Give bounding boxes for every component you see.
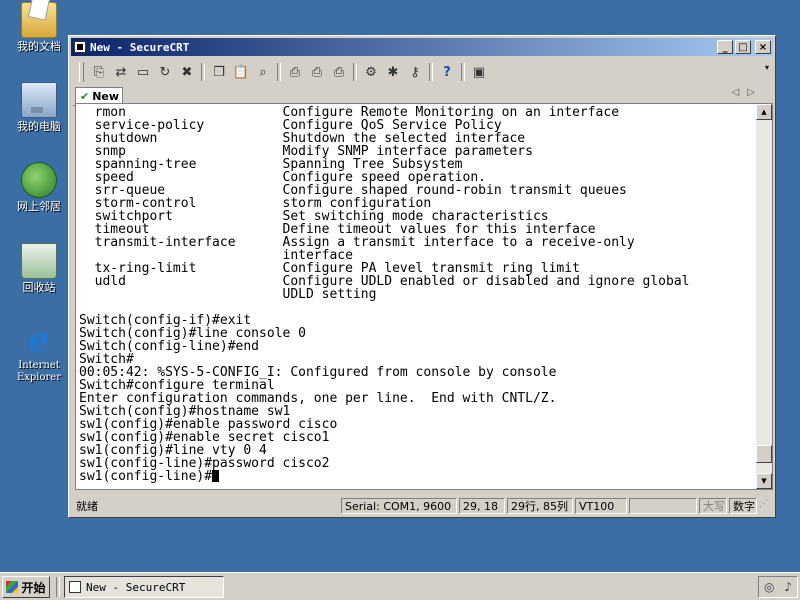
terminal-prompt: sw1(config-line)#: [79, 469, 213, 484]
main-toolbar: ⎘ ⇄ ▭ ↻ ✖ ❐ 📋 ⌕ ⎙ ⎙ ⎙ ⚙ ✱ ⚷ ? ▣ ▾: [73, 59, 771, 85]
connect-icon[interactable]: ⎘: [88, 62, 110, 82]
tab-navigation: ◁▷: [732, 87, 763, 98]
desktop-icon-label: 我的电脑: [17, 120, 61, 133]
terminal-line: UDLD setting: [79, 287, 377, 302]
recycle-bin-icon: [21, 243, 57, 279]
resize-grip[interactable]: ⋰: [759, 499, 769, 513]
securecrt-window: New - SecureCRT _ □ × ⎘ ⇄ ▭ ↻ ✖ ❐ 📋 ⌕ ⎙ …: [68, 35, 776, 518]
taskbar-item-securecrt[interactable]: New - SecureCRT: [64, 576, 224, 598]
desktop-icon-label: 回收站: [22, 281, 56, 294]
toolbar-separator: [429, 63, 433, 81]
desktop-icon-label: 我的文档: [17, 40, 61, 53]
tab-label: New: [92, 90, 120, 103]
connect-tab-icon[interactable]: ▭: [132, 62, 154, 82]
desktop-icon-my-computer[interactable]: 我的电脑: [6, 82, 72, 133]
minimize-button[interactable]: _: [717, 40, 733, 54]
windows-logo-icon: [6, 581, 19, 593]
taskbar-separator: [56, 577, 60, 597]
global-options-icon[interactable]: ✱: [382, 62, 404, 82]
desktop-icon-my-documents[interactable]: 我的文档: [6, 2, 72, 53]
my-computer-icon: [21, 82, 57, 118]
system-tray: ◎ ♪: [758, 576, 798, 598]
toolbar-separator: [353, 63, 357, 81]
status-terminal-size: 29行, 85列: [507, 498, 573, 514]
terminal-output[interactable]: rmon Configure Remote Monitoring on an i…: [76, 104, 756, 489]
status-blank: [629, 498, 697, 514]
terminal-line: Switch(config-line)#end: [79, 339, 260, 354]
securecrt-app-icon[interactable]: [74, 41, 86, 53]
terminal-area[interactable]: rmon Configure Remote Monitoring on an i…: [75, 103, 773, 490]
copy-icon[interactable]: ❐: [208, 62, 230, 82]
find-icon[interactable]: ⌕: [252, 62, 274, 82]
tab-next-arrow-icon[interactable]: ▷: [747, 87, 763, 98]
desktop-icon-internet-explorer[interactable]: e Internet Explorer: [6, 323, 72, 384]
print-setup-icon[interactable]: ⎙: [328, 62, 350, 82]
vertical-scrollbar[interactable]: ▲ ▼: [756, 104, 772, 489]
toolbar-separator: [201, 63, 205, 81]
print-selection-icon[interactable]: ⎙: [306, 62, 328, 82]
toolbar-separator: [461, 63, 465, 81]
scroll-down-arrow-icon[interactable]: ▼: [756, 473, 772, 489]
desktop-icon-label: 网上邻居: [17, 200, 61, 213]
status-num-lock: 数字: [729, 498, 757, 514]
disconnect-icon[interactable]: ✖: [176, 62, 198, 82]
maximize-button[interactable]: □: [735, 40, 751, 54]
window-title: New - SecureCRT: [90, 40, 190, 54]
print-icon[interactable]: ⎙: [284, 62, 306, 82]
connected-check-icon: ✔: [80, 90, 90, 103]
network-icon: [21, 162, 57, 198]
status-bar: 就绪 Serial: COM1, 9600 29, 18 29行, 85列 VT…: [73, 496, 771, 516]
screen-capture-icon[interactable]: ▣: [468, 62, 490, 82]
title-bar[interactable]: New - SecureCRT _ □ ×: [71, 38, 773, 56]
scrollbar-thumb[interactable]: [756, 445, 772, 463]
status-caps-lock: 大写: [699, 498, 727, 514]
desktop-icon-recycle-bin[interactable]: 回收站: [6, 243, 72, 294]
close-button[interactable]: ×: [755, 40, 771, 54]
session-options-icon[interactable]: ⚙: [360, 62, 382, 82]
toolbar-separator: [277, 63, 281, 81]
text-cursor: [212, 470, 220, 482]
terminal-prompt-line: sw1(config-line)#: [79, 470, 756, 483]
internet-explorer-icon: e: [28, 320, 50, 360]
start-button[interactable]: 开始: [2, 576, 50, 598]
scroll-up-arrow-icon[interactable]: ▲: [756, 104, 772, 120]
start-label: 开始: [21, 580, 46, 595]
keymap-icon[interactable]: ⚷: [404, 62, 426, 82]
my-documents-icon: [21, 2, 57, 38]
paste-icon[interactable]: 📋: [230, 62, 252, 82]
desktop-icon-network[interactable]: 网上邻居: [6, 162, 72, 213]
toolbar-overflow-chevron-icon[interactable]: ▾: [765, 63, 769, 72]
tab-prev-arrow-icon[interactable]: ◁: [732, 87, 748, 98]
status-ready-text: 就绪: [76, 500, 98, 513]
reconnect-icon[interactable]: ↻: [154, 62, 176, 82]
help-icon[interactable]: ?: [436, 62, 458, 82]
taskbar-item-label: New - SecureCRT: [86, 580, 186, 594]
status-emulation: VT100: [575, 498, 627, 514]
status-serial: Serial: COM1, 9600: [341, 498, 457, 514]
securecrt-taskbar-icon: [69, 581, 81, 593]
network-tray-icon[interactable]: ◎: [764, 580, 774, 594]
quick-connect-icon[interactable]: ⇄: [110, 62, 132, 82]
volume-tray-icon[interactable]: ♪: [784, 580, 792, 594]
desktop-icon-label: Internet Explorer: [16, 360, 62, 383]
taskbar: 开始 New - SecureCRT ◎ ♪: [0, 572, 800, 600]
status-cursor-position: 29, 18: [459, 498, 505, 514]
toolbar-grip[interactable]: [79, 62, 84, 82]
